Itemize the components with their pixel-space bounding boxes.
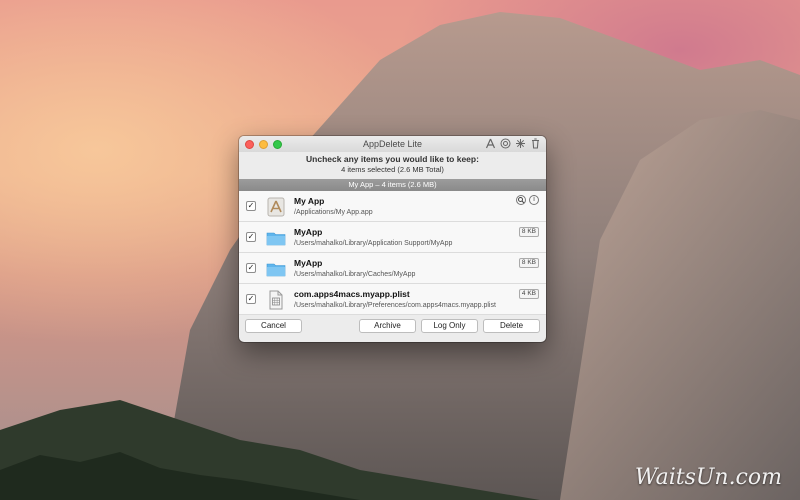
item-name: MyApp: [294, 258, 323, 268]
folder-icon: [266, 259, 286, 279]
app-icon: [266, 197, 286, 217]
list-item: ✓ MyApp /Users/mahalko/Library/Caches/My…: [239, 253, 546, 284]
button-bar: Cancel Archive Log Only Delete: [239, 315, 546, 335]
app-window: AppDelete Lite Uncheck any items you wou…: [239, 136, 546, 342]
list-item: ✓ com.apps4macs.myapp.plist /Users/mahal…: [239, 284, 546, 315]
window-title: AppDelete Lite: [362, 139, 423, 149]
item-path: /Applications/My App.app: [294, 209, 373, 216]
item-checkbox[interactable]: ✓: [246, 201, 256, 211]
item-checkbox[interactable]: ✓: [246, 263, 256, 273]
list-item: ✓ MyApp /Users/mahalko/Library/Applicati…: [239, 222, 546, 253]
item-actions: i: [516, 195, 539, 205]
instructions: Uncheck any items you would like to keep…: [239, 152, 546, 179]
item-size-badge: 4 KB: [518, 289, 539, 299]
selection-summary: 4 items selected (2.6 MB Total): [341, 165, 444, 174]
app-store-icon[interactable]: [485, 138, 496, 149]
trash-icon[interactable]: [530, 138, 541, 149]
list-item: ✓ My App /Applications/My App.app i: [239, 191, 546, 222]
title-bar[interactable]: AppDelete Lite: [239, 136, 546, 152]
group-header: My App – 4 items (2.6 MB): [239, 179, 546, 191]
settings-icon[interactable]: [515, 138, 526, 149]
item-size-badge: 8 KB: [518, 227, 539, 237]
reveal-in-finder-icon[interactable]: [516, 195, 526, 205]
window-controls: [245, 140, 282, 149]
zoom-button[interactable]: [273, 140, 282, 149]
log-only-button[interactable]: Log Only: [421, 319, 478, 333]
item-name: com.apps4macs.myapp.plist: [294, 289, 410, 299]
archive-button[interactable]: Archive: [359, 319, 416, 333]
item-size-badge: 8 KB: [518, 258, 539, 268]
delete-button[interactable]: Delete: [483, 319, 540, 333]
item-path: /Users/mahalko/Library/Caches/MyApp: [294, 271, 416, 278]
item-path: /Users/mahalko/Library/Application Suppo…: [294, 240, 453, 247]
title-toolbar: [485, 138, 541, 149]
item-checkbox[interactable]: ✓: [246, 294, 256, 304]
close-button[interactable]: [245, 140, 254, 149]
watermark-text: WaitsUn.com: [634, 465, 782, 490]
prompt-text: Uncheck any items you would like to keep…: [306, 154, 479, 164]
item-path: /Users/mahalko/Library/Preferences/com.a…: [294, 302, 496, 309]
minimize-button[interactable]: [259, 140, 268, 149]
item-name: MyApp: [294, 227, 323, 237]
item-checkbox[interactable]: ✓: [246, 232, 256, 242]
item-list: ✓ My App /Applications/My App.app i ✓ My…: [239, 191, 546, 315]
cancel-button[interactable]: Cancel: [245, 319, 302, 333]
help-icon[interactable]: [500, 138, 511, 149]
document-icon: [266, 290, 286, 310]
info-icon[interactable]: i: [529, 195, 539, 205]
folder-icon: [266, 228, 286, 248]
item-name: My App: [294, 196, 325, 206]
